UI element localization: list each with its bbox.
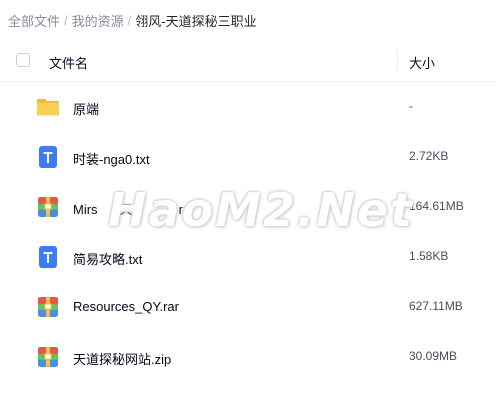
file-name[interactable]: 简易攻略.txt <box>73 249 142 268</box>
file-name[interactable]: 原端 <box>73 99 99 118</box>
file-size: 1.58KB <box>409 249 449 263</box>
column-header-size[interactable]: 大小 <box>409 53 435 72</box>
breadcrumb-current-folder: 翎风-天道探秘三职业 <box>135 13 257 29</box>
file-row[interactable]: 原端 - <box>0 82 496 132</box>
archive-icon <box>38 347 58 367</box>
breadcrumb-separator: / <box>127 12 132 28</box>
folder-icon <box>37 99 59 116</box>
breadcrumb-separator: / <box>64 12 68 28</box>
select-all-checkbox[interactable] <box>16 53 30 67</box>
column-header-name[interactable]: 文件名 <box>49 53 88 72</box>
file-name[interactable]: Mirs 天 r <box>73 199 183 218</box>
file-row[interactable]: Resources_QY.rar 627.11MB <box>0 282 496 332</box>
archive-icon <box>38 297 58 317</box>
file-name[interactable]: 时装-nga0.txt <box>73 149 150 168</box>
archive-icon <box>38 197 58 217</box>
file-name[interactable]: 天道探秘网站.zip <box>73 349 171 368</box>
breadcrumb: 全部文件 / 我的资源 / 翎风-天道探秘三职业 <box>0 0 496 40</box>
file-row[interactable]: 时装-nga0.txt 2.72KB <box>0 132 496 182</box>
file-row[interactable]: Mirs 天 r 164.61MB <box>0 182 496 232</box>
column-divider[interactable] <box>397 51 398 71</box>
file-name[interactable]: Resources_QY.rar <box>73 299 179 314</box>
file-size: - <box>409 99 413 113</box>
breadcrumb-all-files[interactable]: 全部文件 <box>8 11 60 30</box>
file-row[interactable]: 简易攻略.txt 1.58KB <box>0 232 496 282</box>
table-header: 文件名 大小 <box>0 40 496 82</box>
file-row[interactable]: 天道探秘网站.zip 30.09MB <box>0 332 496 382</box>
file-size: 30.09MB <box>409 349 458 363</box>
file-size: 164.61MB <box>409 199 464 213</box>
breadcrumb-my-resources[interactable]: 我的资源 <box>72 11 124 30</box>
text-file-icon <box>39 246 57 268</box>
file-size: 2.72KB <box>409 149 449 163</box>
file-size: 627.11MB <box>409 299 463 313</box>
text-file-icon <box>39 146 57 168</box>
